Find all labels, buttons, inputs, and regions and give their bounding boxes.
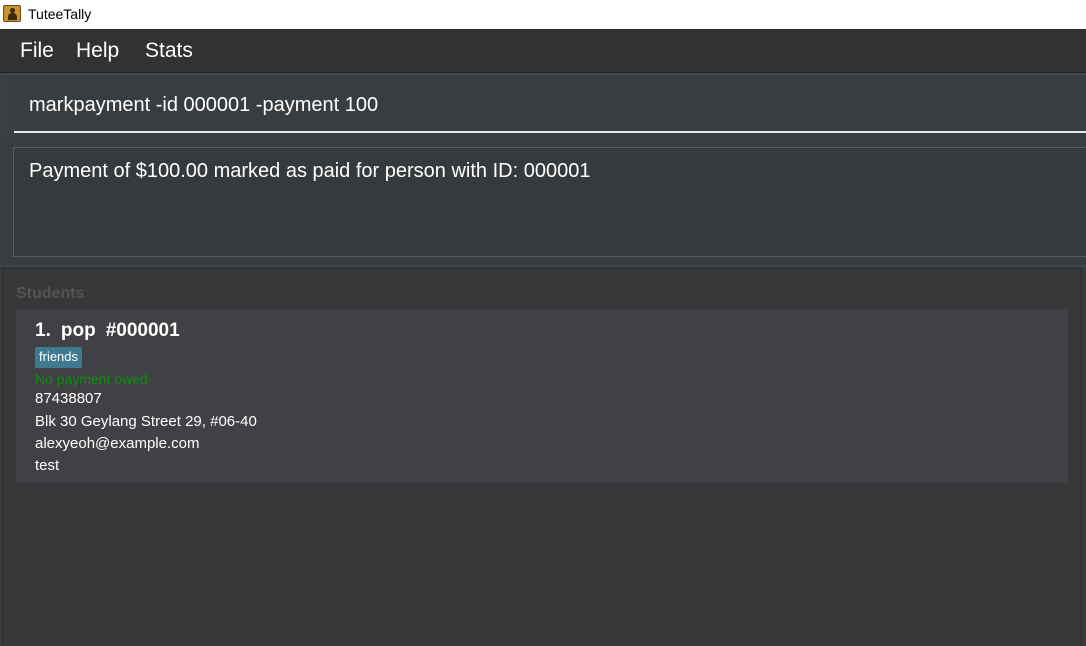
student-list-title: Students xyxy=(16,285,85,302)
student-index: 1. xyxy=(35,320,51,341)
payment-status: No payment owed xyxy=(35,371,148,387)
student-list-panel: Students 1. pop #000001 friends No payment… xyxy=(2,267,1082,646)
menu-file[interactable]: File xyxy=(20,39,54,63)
command-box[interactable] xyxy=(14,75,1086,133)
title-bar: TuteeTally xyxy=(0,0,1086,29)
command-area xyxy=(0,74,1086,138)
menu-help[interactable]: Help xyxy=(76,39,119,63)
student-email: alexyeoh@example.com xyxy=(35,435,200,452)
window-title: TuteeTally xyxy=(28,6,92,22)
student-remark: test xyxy=(35,457,60,474)
student-card[interactable]: 1. pop #000001 friends No payment owed 874… xyxy=(16,309,1068,483)
student-name: pop xyxy=(60,320,96,341)
student-address: Blk 30 Geylang Street 29, #06-40 xyxy=(35,413,257,430)
student-id: #000001 xyxy=(105,320,180,341)
result-message: Payment of $100.00 marked as paid for pe… xyxy=(29,160,591,182)
student-list-area: Students 1. pop #000001 friends No payment… xyxy=(0,266,1086,646)
app-icon xyxy=(3,5,21,22)
command-input[interactable] xyxy=(29,94,1029,117)
result-display: Payment of $100.00 marked as paid for pe… xyxy=(13,147,1086,257)
student-tag: friends xyxy=(35,347,83,368)
student-phone: 87438807 xyxy=(35,390,102,407)
result-area: Payment of $100.00 marked as paid for pe… xyxy=(0,138,1086,264)
student-card-header: 1. pop #000001 xyxy=(35,320,190,342)
menu-bar: File Help Stats xyxy=(0,29,1086,73)
menu-stats[interactable]: Stats xyxy=(145,39,193,63)
